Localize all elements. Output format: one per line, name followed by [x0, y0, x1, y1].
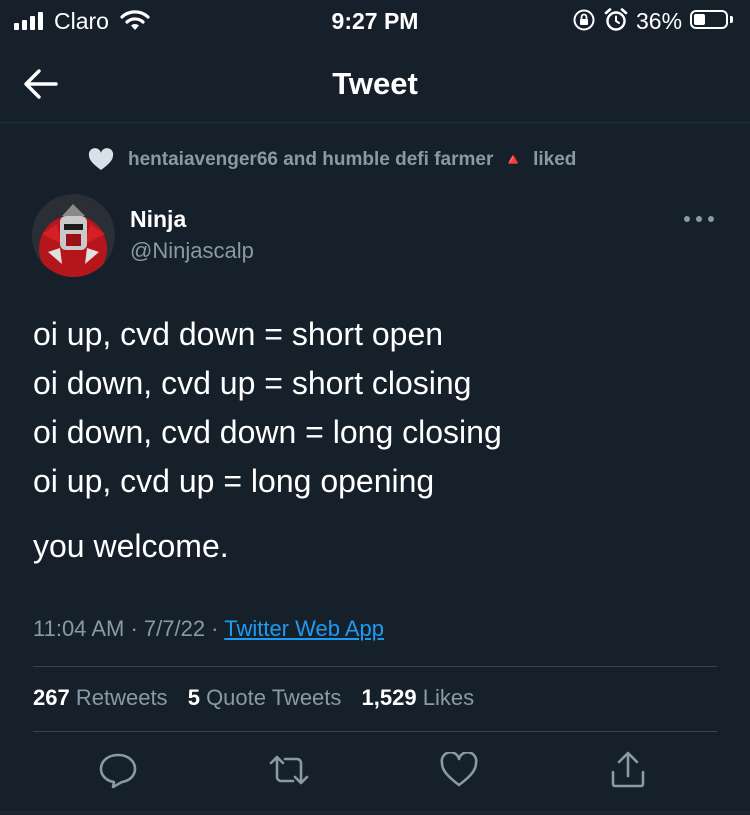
share-icon [611, 751, 645, 788]
battery-percent: 36% [636, 8, 683, 34]
like-button[interactable] [437, 748, 481, 792]
retweets-label: Retweets [75, 685, 168, 710]
social-context-text: hentaiavenger66 and humble defi farmer 🔺… [128, 149, 576, 171]
bottom-divider [0, 811, 750, 815]
heart-icon [88, 148, 114, 170]
avatar[interactable] [32, 194, 115, 277]
reply-icon [99, 753, 137, 789]
author-handle[interactable]: @Ninjascalp [130, 238, 254, 264]
tweet-stats: 267 Retweets 5 Quote Tweets 1,529 Likes [33, 685, 474, 711]
tweet-line-2: oi down, cvd up = short closing [33, 365, 472, 401]
quotes-stat[interactable]: 5 Quote Tweets [188, 685, 342, 710]
like-icon [440, 752, 478, 787]
battery-icon [690, 10, 728, 29]
reply-button[interactable] [96, 748, 140, 792]
tweet-meta: 11:04 AM · 7/7/22 · Twitter Web App [33, 616, 384, 642]
divider [33, 731, 717, 732]
tweet-time: 11:04 AM [33, 616, 125, 641]
likes-count: 1,529 [361, 685, 417, 710]
battery-tip [730, 16, 733, 23]
quotes-label: Quote Tweets [206, 685, 342, 710]
retweets-count: 267 [33, 685, 70, 710]
page-title: Tweet [332, 66, 418, 101]
likes-label: Likes [422, 685, 475, 710]
share-button[interactable] [606, 748, 650, 792]
quotes-count: 5 [187, 685, 200, 710]
retweet-icon [269, 755, 309, 785]
author-name[interactable]: Ninja [130, 206, 186, 233]
status-bar: Claro 9:27 PM 36% [0, 0, 750, 44]
ninja-avatar-image [32, 194, 115, 277]
tweet-line-3: oi down, cvd down = long closing [33, 414, 502, 450]
more-options-icon[interactable] [682, 212, 716, 226]
context-users: hentaiavenger66 and humble defi farmer [128, 149, 494, 170]
retweets-stat[interactable]: 267 Retweets [33, 685, 168, 710]
red-triangle-emoji: 🔺 [502, 150, 524, 169]
tweet-date: 7/7/22 [143, 616, 206, 641]
tweet-line-4: oi up, cvd up = long opening [33, 463, 435, 499]
tweet-source-link[interactable]: Twitter Web App [224, 616, 384, 641]
context-action: liked [533, 149, 577, 170]
retweet-button[interactable] [267, 748, 311, 792]
header-divider [0, 122, 750, 123]
likes-stat[interactable]: 1,529 Likes [362, 685, 475, 710]
social-context[interactable]: hentaiavenger66 and humble defi farmer 🔺… [88, 148, 576, 172]
meta-separator: · [205, 616, 225, 641]
orientation-lock-icon [573, 9, 595, 31]
meta-separator: · [124, 616, 144, 641]
tweet-line-1: oi up, cvd down = short open [33, 316, 444, 352]
alarm-icon [604, 8, 628, 31]
tweet-closing-line: you welcome. [33, 528, 229, 564]
divider [33, 666, 717, 667]
